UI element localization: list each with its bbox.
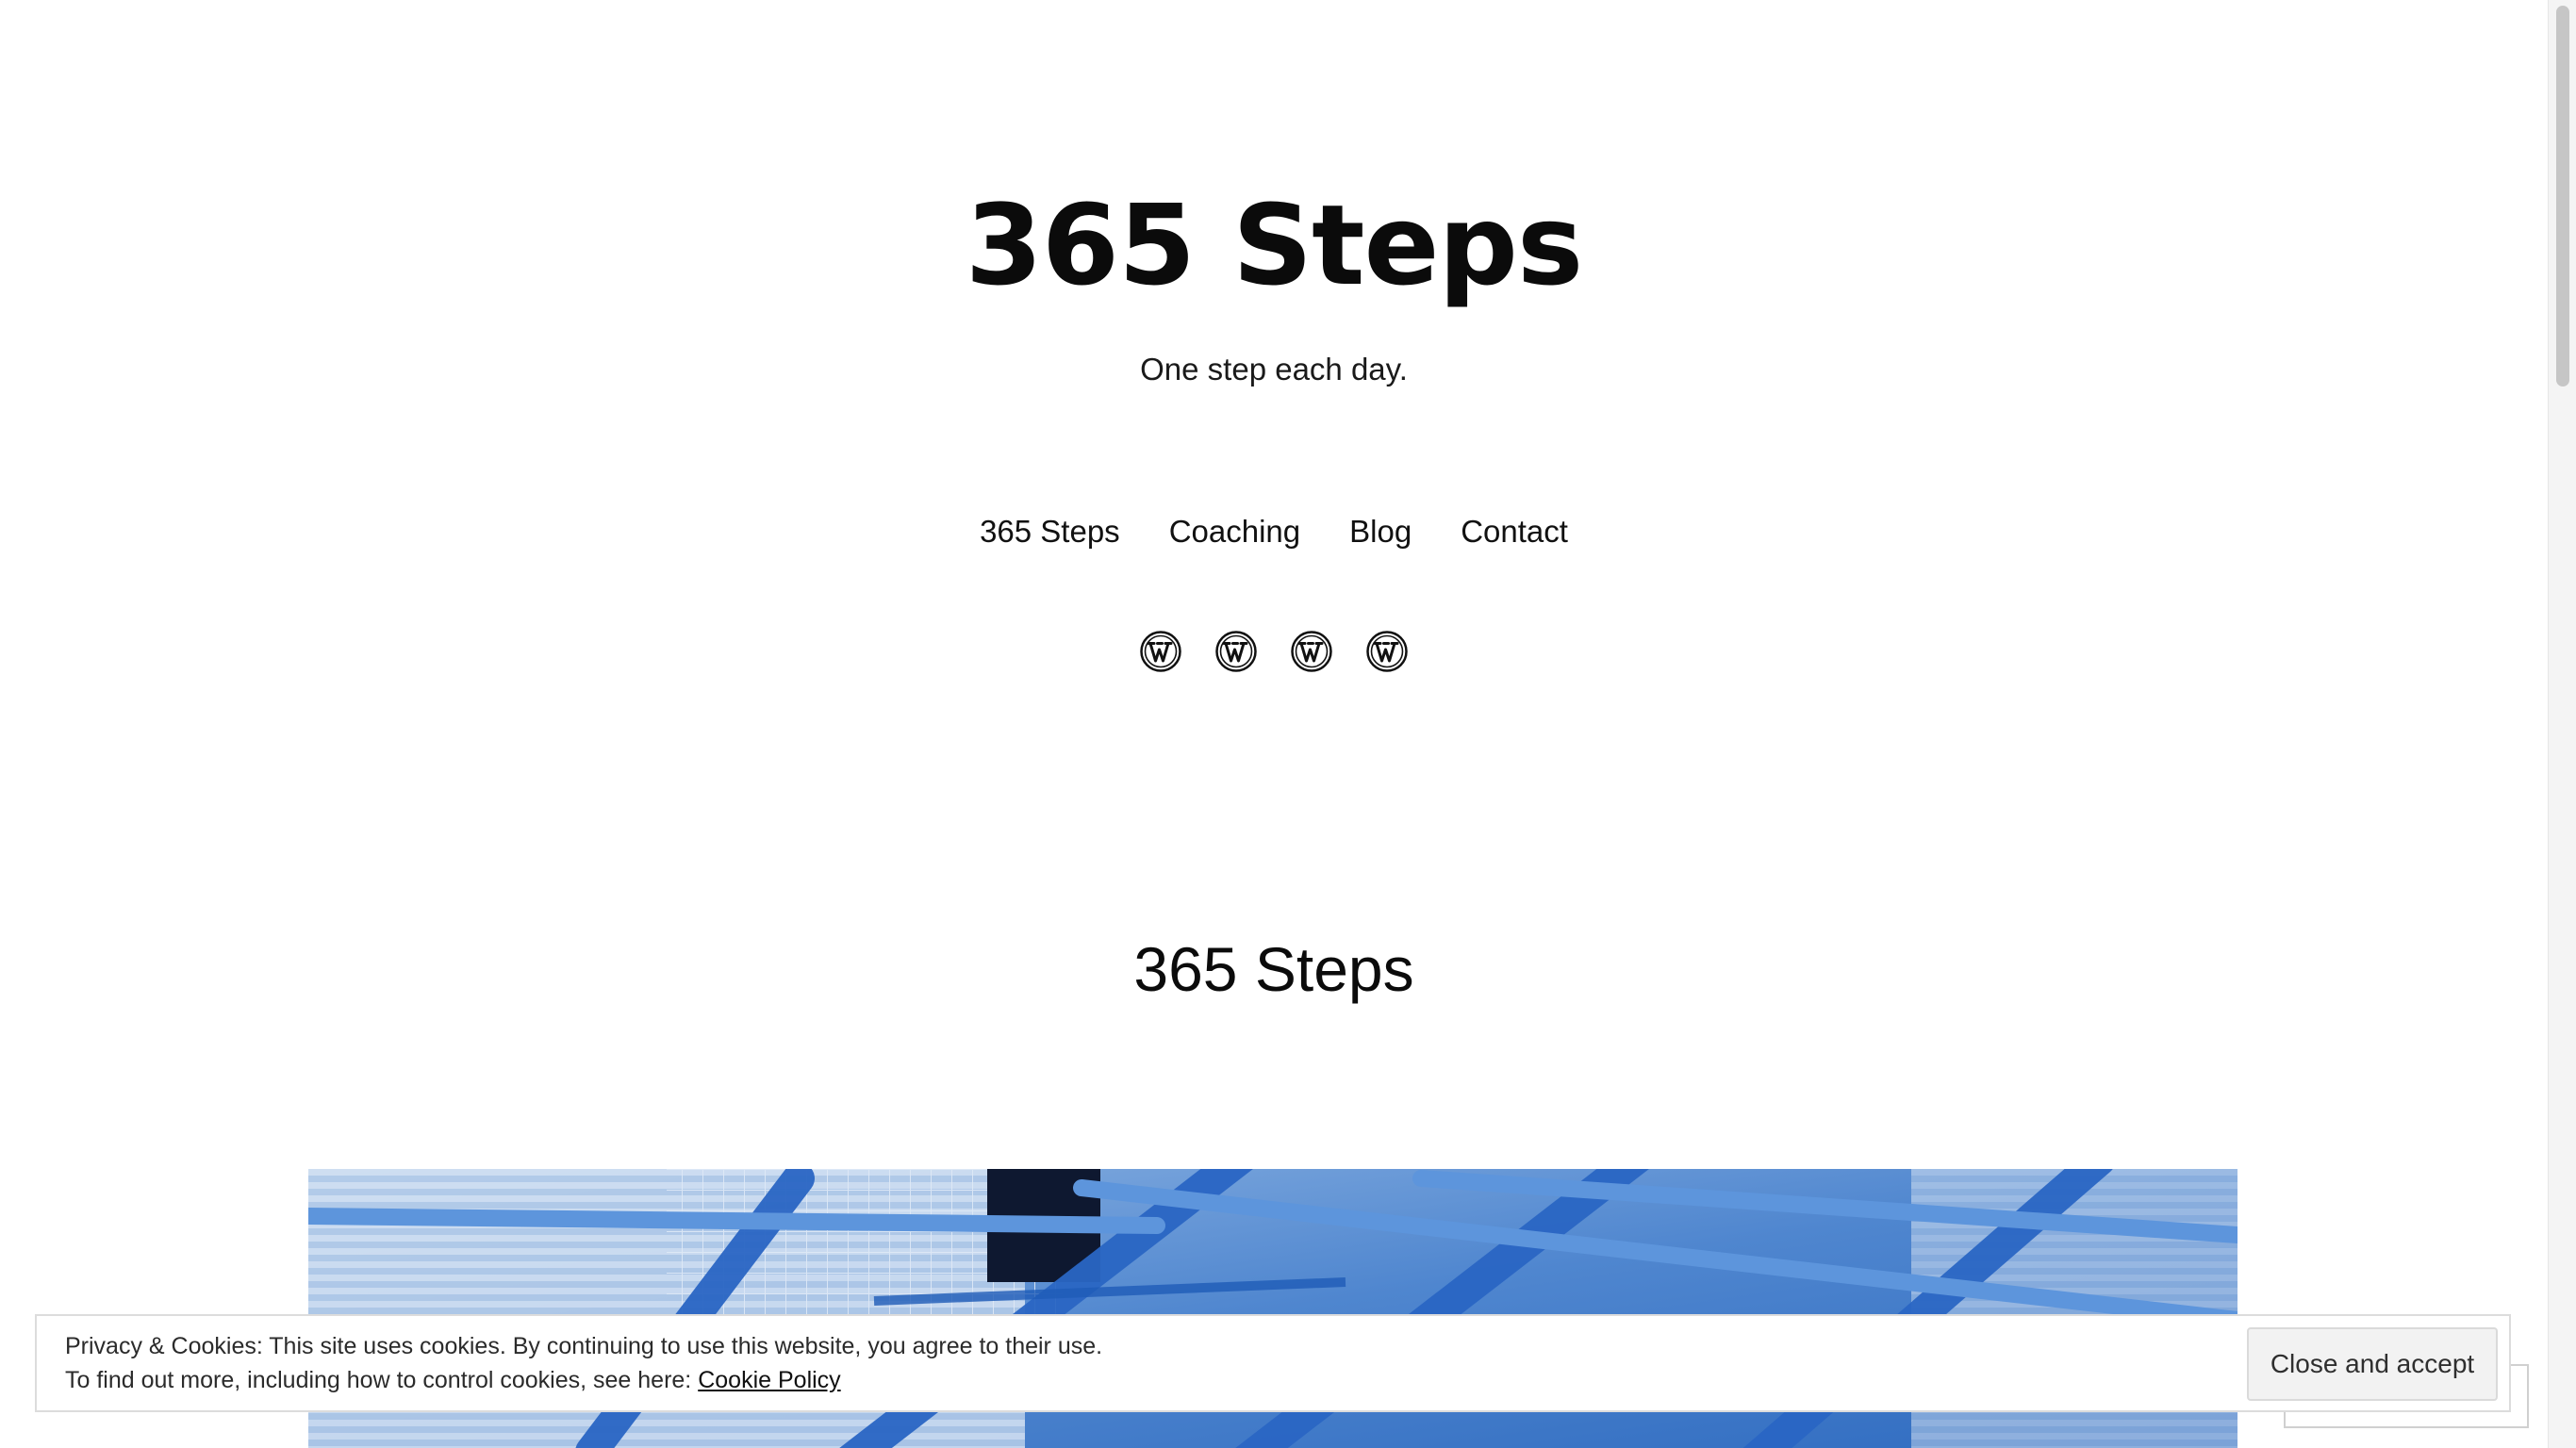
social-link-2[interactable] <box>1214 630 1258 673</box>
nav-item-coaching[interactable]: Coaching <box>1169 509 1300 554</box>
wordpress-icon <box>1140 631 1181 672</box>
main-nav: 365 Steps Coaching Blog Contact <box>0 509 2548 554</box>
close-and-accept-button[interactable]: Close and accept <box>2247 1327 2498 1401</box>
site-tagline: One step each day. <box>1140 352 1408 387</box>
wordpress-icon <box>1366 631 1408 672</box>
site-title[interactable]: 365 Steps <box>0 170 2548 321</box>
social-link-3[interactable] <box>1290 630 1333 673</box>
nav-item-365-steps[interactable]: 365 Steps <box>980 509 1120 554</box>
cookie-policy-link[interactable]: Cookie Policy <box>698 1367 840 1393</box>
social-link-4[interactable] <box>1365 630 1409 673</box>
page-title: 365 Steps <box>1133 934 1414 1004</box>
cookie-banner: Privacy & Cookies: This site uses cookie… <box>35 1314 2511 1412</box>
wordpress-icon <box>1291 631 1332 672</box>
cookie-notice-line: Privacy & Cookies: This site uses cookie… <box>65 1333 1103 1359</box>
cookie-text: Privacy & Cookies: This site uses cookie… <box>65 1329 2139 1397</box>
cookie-policy-line: To find out more, including how to contr… <box>65 1363 2139 1397</box>
page: 365 Steps One step each day. 365 Steps C… <box>0 0 2548 1448</box>
nav-item-contact[interactable]: Contact <box>1461 509 1568 554</box>
scrollbar[interactable] <box>2548 0 2576 1448</box>
social-link-1[interactable] <box>1139 630 1182 673</box>
wordpress-icon <box>1215 631 1257 672</box>
scrollbar-thumb[interactable] <box>2556 6 2569 387</box>
nav-item-blog[interactable]: Blog <box>1349 509 1412 554</box>
social-links <box>0 630 2548 673</box>
cookie-policy-prefix: To find out more, including how to contr… <box>65 1367 699 1393</box>
